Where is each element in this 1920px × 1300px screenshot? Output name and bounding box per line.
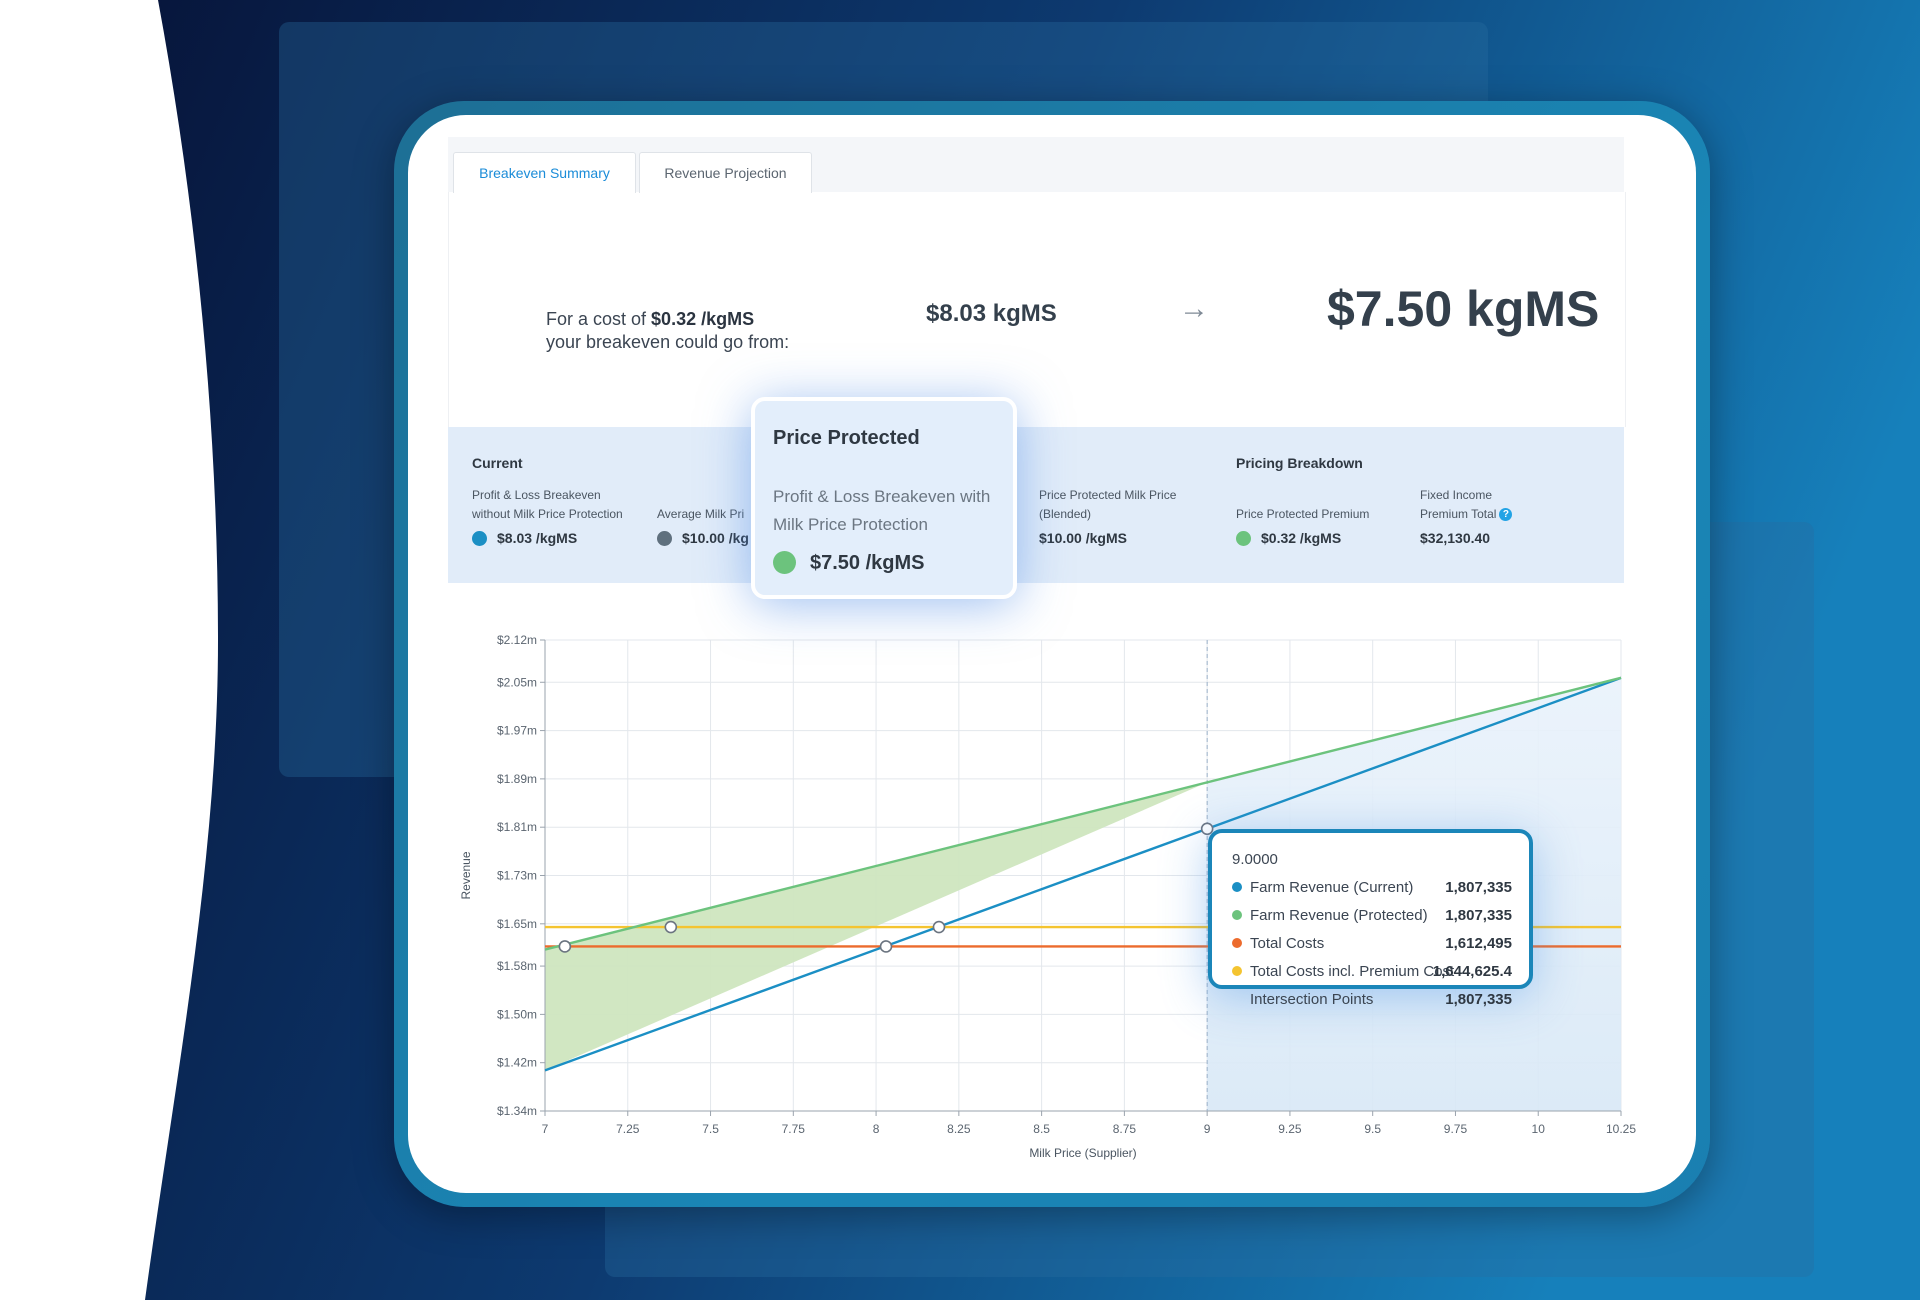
- x-tick-label: 8.25: [947, 1122, 971, 1136]
- series-dot-icon: [1232, 882, 1242, 892]
- tooltip-row-name: Intersection Points: [1250, 991, 1374, 1008]
- intersection-point: [558, 940, 572, 953]
- tooltip-header: 9.0000: [1232, 851, 1278, 868]
- x-tick-label: 8: [873, 1122, 880, 1136]
- series-dot-icon: [1232, 910, 1242, 920]
- popup-title: Price Protected: [773, 427, 920, 449]
- tooltip-row-label: Farm Revenue (Current): [1250, 879, 1414, 896]
- tooltip-row-name: Total Costs incl. Premium Cost: [1232, 963, 1454, 980]
- intersection-point: [932, 920, 946, 934]
- tooltip-row-name: Farm Revenue (Protected): [1232, 907, 1428, 924]
- tooltip-row-label: Farm Revenue (Protected): [1250, 907, 1428, 924]
- x-tick-label: 10: [1532, 1122, 1546, 1136]
- x-tick-label: 7.75: [782, 1122, 806, 1136]
- x-tick-label: 7.25: [616, 1122, 640, 1136]
- x-tick-label: 7.5: [702, 1122, 719, 1136]
- revenue-chart[interactable]: 7 7.25 7.5 7.75 8 8.25 8.5 8.75 9 9.25 9.5 9.75 10 10…: [408, 115, 1696, 1193]
- x-tick-label: 10.25: [1606, 1122, 1636, 1136]
- x-tick-label: 8.5: [1033, 1122, 1050, 1136]
- popup-value: $7.50 /kgMS: [773, 551, 925, 575]
- x-tick-label: 9.5: [1364, 1122, 1381, 1136]
- popup-description: Profit & Loss Breakeven with Milk Price …: [773, 487, 991, 534]
- tooltip-row-value: 1,807,335: [1445, 879, 1512, 896]
- y-tick-label: $1.50m: [497, 1007, 537, 1021]
- y-tick-label: $1.34m: [497, 1104, 537, 1118]
- x-tick-label: 9.75: [1444, 1122, 1468, 1136]
- popup-value-text: $7.50 /kgMS: [810, 552, 925, 574]
- y-tick-label: $1.89m: [497, 772, 537, 786]
- chart-tooltip: 9.0000 Farm Revenue (Current) 1,807,335 F…: [1208, 829, 1533, 1008]
- x-tick-label: 7: [542, 1122, 549, 1136]
- tooltip-row-value: 1,807,335: [1445, 991, 1512, 1008]
- x-tick-label: 9: [1204, 1122, 1211, 1136]
- app-screen: Breakeven Summary Revenue Projection For…: [408, 115, 1696, 1193]
- x-tick-label: 9.25: [1278, 1122, 1302, 1136]
- series-dot-icon: [1232, 966, 1242, 976]
- protected-dot-icon: [773, 551, 796, 574]
- y-tick-label: $1.73m: [497, 869, 537, 883]
- y-tick-label: $2.05m: [497, 675, 537, 689]
- y-tick-label: $1.58m: [497, 959, 537, 973]
- price-protected-popup: Price Protected Profit & Loss Breakeven …: [751, 397, 1017, 599]
- tooltip-row-label: Total Costs: [1250, 935, 1325, 952]
- tooltip-row-value: 1,644,625.4: [1432, 963, 1512, 980]
- tooltip-row-label: Total Costs incl. Premium Cost: [1250, 963, 1455, 980]
- y-tick-label: $2.12m: [497, 633, 537, 647]
- y-axis-title: Revenue: [459, 851, 473, 899]
- series-dot-icon: [1232, 938, 1242, 948]
- y-tick-label: $1.97m: [497, 724, 537, 738]
- intersection-point: [879, 940, 893, 953]
- intersection-point: [664, 920, 678, 934]
- tooltip-row-name: Total Costs: [1232, 935, 1324, 952]
- y-tick-label: $1.42m: [497, 1056, 537, 1070]
- tooltip-row-value: 1,807,335: [1445, 907, 1512, 924]
- y-tick-label: $1.65m: [497, 917, 537, 931]
- x-tick-label: 8.75: [1113, 1122, 1137, 1136]
- tooltip-row-value: 1,612,495: [1445, 935, 1512, 952]
- x-axis-title: Milk Price (Supplier): [1029, 1146, 1136, 1160]
- tooltip-row-name: Farm Revenue (Current): [1232, 879, 1413, 896]
- y-tick-label: $1.81m: [497, 820, 537, 834]
